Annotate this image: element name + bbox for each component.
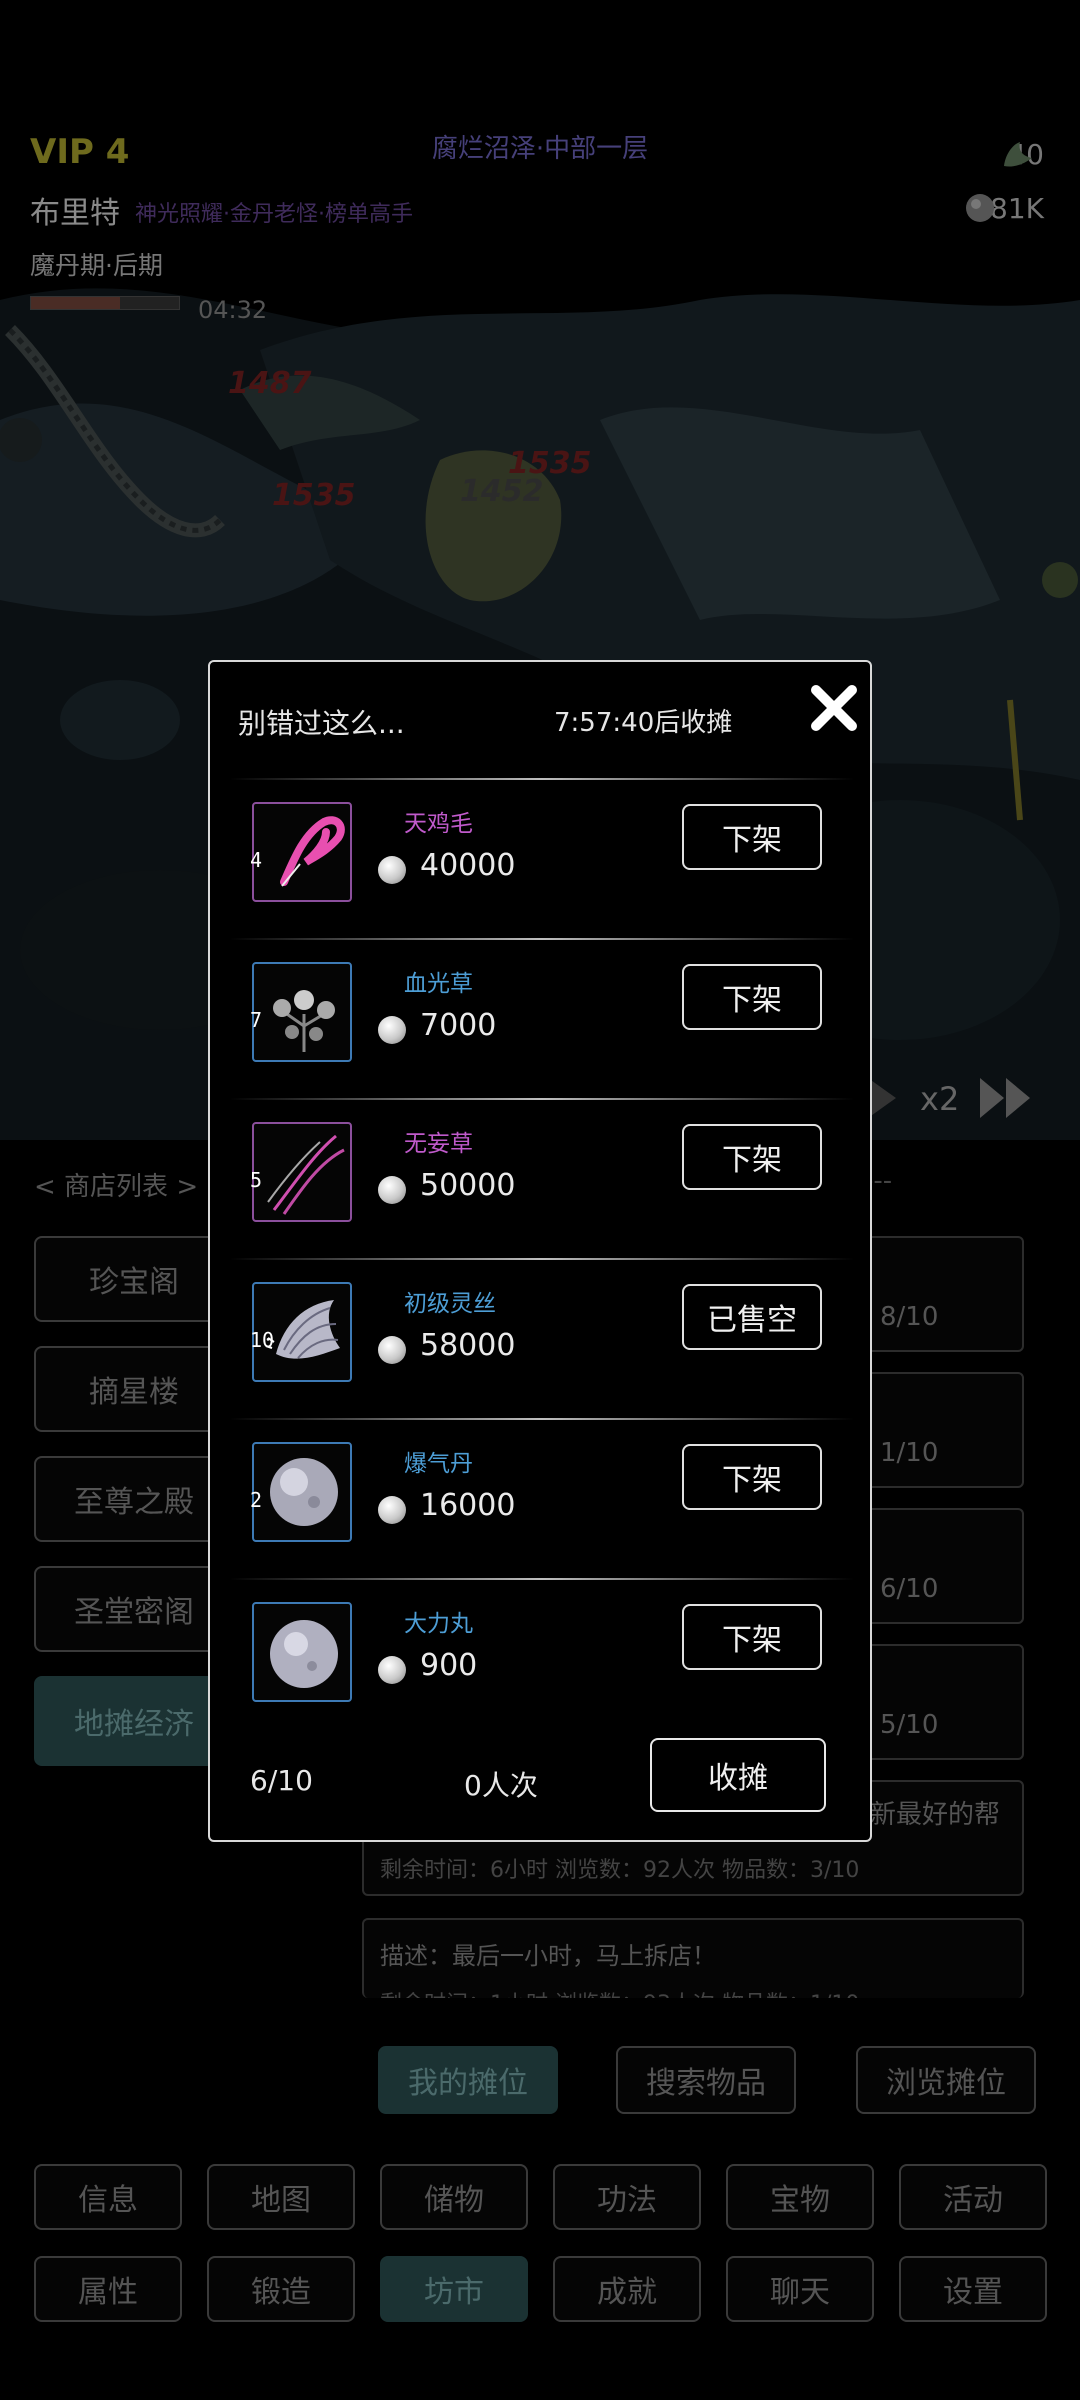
stage-timer: 04:32 <box>198 296 268 324</box>
stall-visit-count: 0人次 <box>464 1769 538 1802</box>
nav-storage[interactable]: 储物 <box>380 2164 528 2230</box>
delist-button[interactable]: 下架 <box>682 1444 822 1510</box>
stall-card[interactable]: 描述：最后一小时，马上拆店！ 剩余时间：1小时 浏览数：93人次 物品数：1/1… <box>362 1918 1024 1998</box>
stall-info: 剩余时间：1小时 浏览数：93人次 物品数：1/10 <box>380 1986 859 1998</box>
nav-events[interactable]: 活动 <box>899 2164 1047 2230</box>
dialog-title: 别错过这么... <box>238 707 405 740</box>
nav-techniques[interactable]: 功法 <box>553 2164 701 2230</box>
row-divider <box>230 1098 854 1100</box>
silver-coin-icon <box>378 1016 406 1044</box>
item-price: 16000 <box>420 1488 516 1523</box>
tab-search-items[interactable]: 搜索物品 <box>616 2046 796 2114</box>
item-name: 初级灵丝 <box>404 1291 496 1317</box>
delist-button[interactable]: 下架 <box>682 804 822 870</box>
nav-forge[interactable]: 锻造 <box>207 2256 355 2322</box>
item-name: 血光草 <box>404 971 473 997</box>
cultivation-realm: 魔丹期·后期 <box>30 251 163 280</box>
tab-browse-stalls[interactable]: 浏览摊位 <box>856 2046 1036 2114</box>
nav-info[interactable]: 信息 <box>34 2164 182 2230</box>
grass-blades-icon <box>252 1122 352 1222</box>
player-titles: 神光照耀·金丹老怪·榜单高手 <box>135 202 413 227</box>
row-divider <box>230 1418 854 1420</box>
item-price: 7000 <box>420 1008 497 1043</box>
item-name: 爆气丹 <box>404 1451 473 1477</box>
silver-coin-icon <box>378 1656 406 1684</box>
tab-my-stall[interactable]: 我的摊位 <box>378 2046 558 2114</box>
row-divider <box>230 938 854 940</box>
item-price: 50000 <box>420 1168 516 1203</box>
speed-multiplier[interactable]: x2 <box>920 1080 959 1118</box>
item-price: 58000 <box>420 1328 516 1363</box>
silver-coin-icon <box>378 1496 406 1524</box>
stall-item-row: 2 爆气丹 16000 下架 <box>210 1424 870 1584</box>
stall-item-row: 大力丸 900 下架 <box>210 1584 870 1744</box>
item-price: 900 <box>420 1648 478 1683</box>
shop-button-treasure-pavilion[interactable]: 珍宝阁 <box>34 1236 234 1322</box>
nav-treasures[interactable]: 宝物 <box>726 2164 874 2230</box>
damage-number: 1452 <box>460 474 544 509</box>
silver-coin-icon <box>378 1336 406 1364</box>
row-divider <box>230 1578 854 1580</box>
item-name: 大力丸 <box>404 1611 473 1637</box>
item-name: 天鸡毛 <box>404 811 473 837</box>
stall-item-row: 10 初级灵丝 58000 已售空 <box>210 1264 870 1424</box>
nav-chat[interactable]: 聊天 <box>726 2256 874 2322</box>
progress-bar-fill <box>31 297 120 309</box>
nav-map[interactable]: 地图 <box>207 2164 355 2230</box>
stall-slot-count: 6/10 <box>250 1764 313 1797</box>
feather-icon <box>252 802 352 902</box>
nav-achievements[interactable]: 成就 <box>553 2256 701 2322</box>
herb-flower-icon <box>252 962 352 1062</box>
shop-button-sacred-chamber[interactable]: 圣堂密阁 <box>34 1566 234 1652</box>
shop-button-supreme-hall[interactable]: 至尊之殿 <box>34 1456 234 1542</box>
silver-coin-icon <box>378 1176 406 1204</box>
pill-orb-icon <box>252 1442 352 1542</box>
delist-button[interactable]: 下架 <box>682 1604 822 1670</box>
stall-item-count: 5/10 <box>880 1710 939 1740</box>
progress-bar <box>30 296 180 310</box>
stall-close-timer: 7:57:40后收摊 <box>554 708 733 738</box>
row-divider <box>230 1258 854 1260</box>
damage-number: 1487 <box>228 366 312 401</box>
stall-item-row: 5 无妄草 50000 下架 <box>210 1104 870 1264</box>
nav-market[interactable]: 坊市 <box>380 2256 528 2322</box>
item-name: 无妄草 <box>404 1131 473 1157</box>
sold-out-button[interactable]: 已售空 <box>682 1284 822 1350</box>
stall-item-row: 4 天鸡毛 40000 下架 <box>210 784 870 944</box>
delist-button[interactable]: 下架 <box>682 964 822 1030</box>
item-quantity: 4 <box>250 848 263 872</box>
map-name: 腐烂沼泽·中部一层 <box>431 134 649 164</box>
item-quantity: 10 <box>250 1328 275 1352</box>
item-quantity: 5 <box>250 1168 263 1192</box>
close-stall-button[interactable]: 收摊 <box>650 1738 826 1812</box>
close-icon[interactable] <box>806 680 862 736</box>
shop-button-star-tower[interactable]: 摘星楼 <box>34 1346 234 1432</box>
stall-description: 描述：最后一小时，马上拆店！ <box>380 1942 716 1970</box>
nav-settings[interactable]: 设置 <box>899 2256 1047 2322</box>
shop-button-street-stall[interactable]: 地摊经济 <box>34 1676 234 1766</box>
stall-item-count: 1/10 <box>880 1438 939 1468</box>
pill-orb-icon <box>252 1602 352 1702</box>
player-name: 布里特 <box>30 196 120 231</box>
row-divider <box>230 778 854 780</box>
item-quantity: 7 <box>250 1008 263 1032</box>
stall-item-count: 8/10 <box>880 1302 939 1332</box>
shop-list-header: < 商店列表 > <box>34 1172 199 1202</box>
damage-number: 1535 <box>272 478 356 513</box>
item-price: 40000 <box>420 848 516 883</box>
delist-button[interactable]: 下架 <box>682 1124 822 1190</box>
stall-item-count: 6/10 <box>880 1574 939 1604</box>
silver-coin-icon <box>378 856 406 884</box>
resource-silver: 381K <box>964 192 1044 225</box>
stall-info: 剩余时间：6小时 浏览数：92人次 物品数：3/10 <box>380 1858 860 1883</box>
nav-attributes[interactable]: 属性 <box>34 2256 182 2322</box>
item-quantity: 2 <box>250 1488 263 1512</box>
my-stall-dialog: 别错过这么... 7:57:40后收摊 4 天鸡毛 40000 下架 7 血光草… <box>208 660 872 1842</box>
resource-spirit-stone: 40 <box>1000 138 1044 171</box>
stall-title: 新最好的帮 <box>870 1800 1001 1830</box>
stall-item-row: 7 血光草 7000 下架 <box>210 944 870 1104</box>
